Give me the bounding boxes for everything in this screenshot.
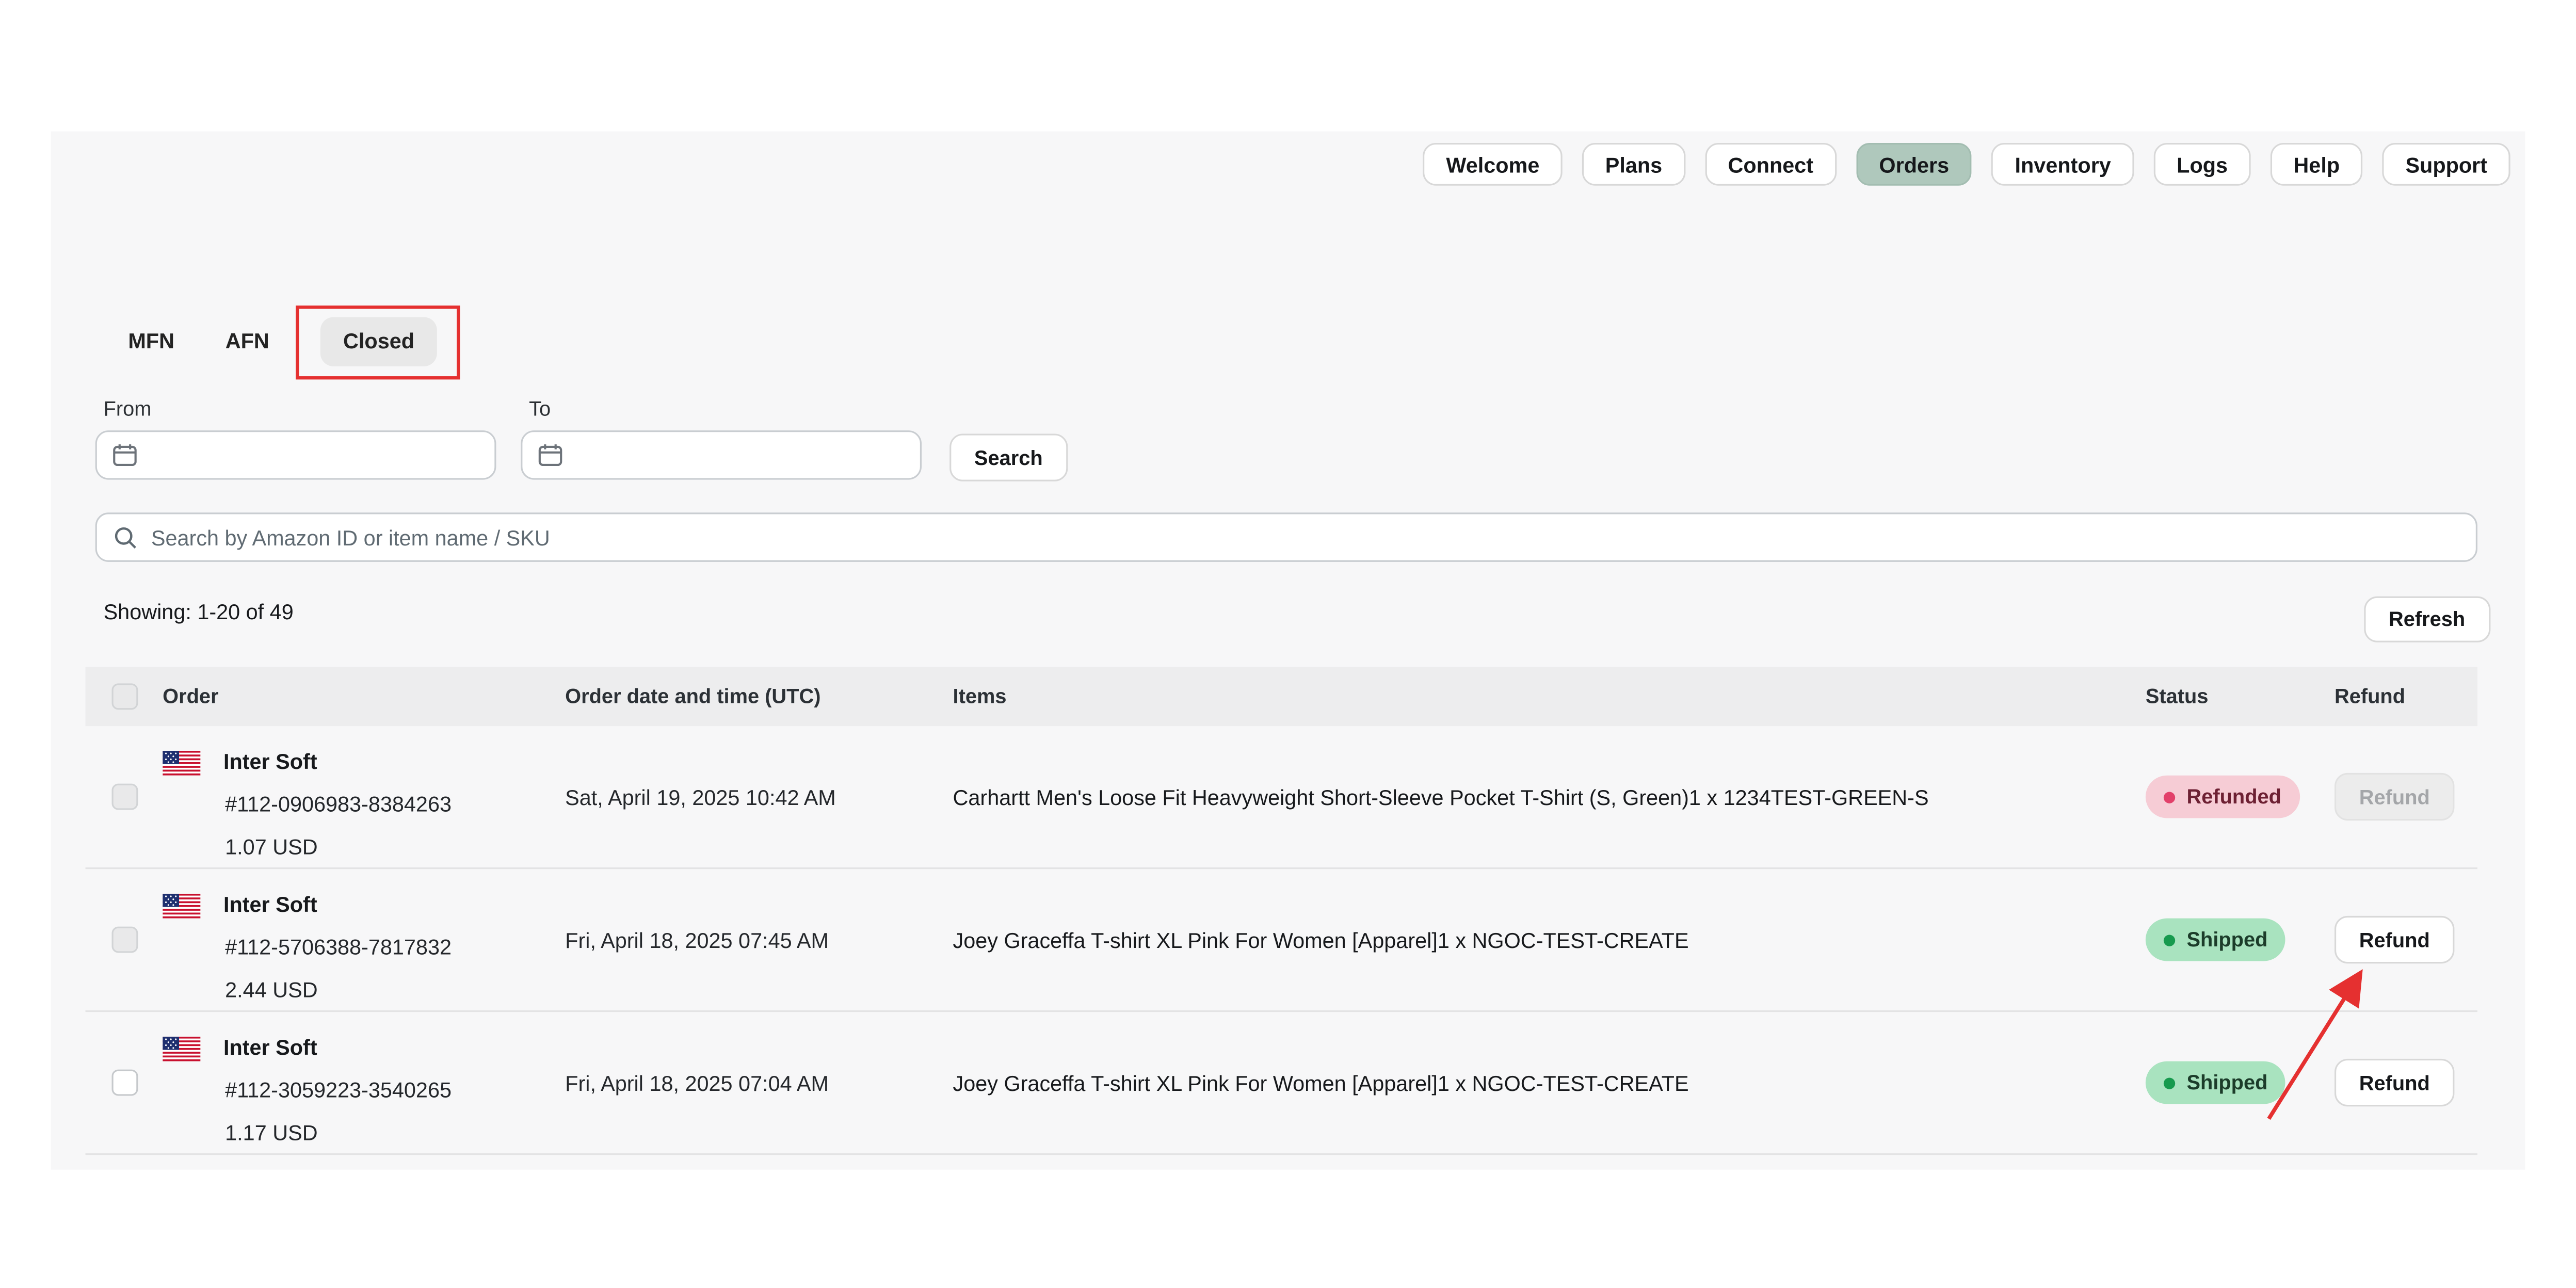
order-items: Joey Graceffa T-shirt XL Pink For Women …: [953, 869, 2130, 1010]
nav-item-logs[interactable]: Logs: [2154, 143, 2251, 186]
order-cell: Inter Soft #112-0906983-8384263 1.07 USD: [163, 741, 452, 869]
col-date: Order date and time (UTC): [565, 685, 820, 709]
us-flag-icon: [163, 1036, 200, 1060]
col-refund: Refund: [2335, 685, 2405, 709]
order-id: #112-0906983-8384263: [225, 784, 452, 827]
order-amount: 1.17 USD: [225, 1112, 452, 1155]
status-badge: Refunded: [2146, 776, 2299, 818]
showing-count: Showing: 1-20 of 49: [104, 600, 294, 624]
tab-mfn[interactable]: MFN: [128, 329, 174, 353]
row-checkbox[interactable]: [111, 1070, 138, 1096]
order-date: Fri, April 18, 2025 07:04 AM: [565, 1012, 829, 1153]
order-id: #112-5706388-7817832: [225, 927, 452, 970]
search-button[interactable]: Search: [949, 433, 1067, 481]
status-label: Shipped: [2186, 1071, 2267, 1094]
status-label: Shipped: [2186, 928, 2267, 952]
us-flag-icon: [163, 893, 200, 917]
refund-button[interactable]: Refund: [2335, 773, 2455, 820]
table-header: Order Order date and time (UTC) Items St…: [86, 667, 2477, 727]
order-search-box: [95, 512, 2477, 562]
order-tabs: MFN AFN Closed: [128, 315, 437, 366]
tab-closed[interactable]: Closed: [320, 316, 437, 366]
status-dot-icon: [2164, 1077, 2175, 1088]
from-date-field[interactable]: [151, 443, 480, 468]
order-date: Sat, April 19, 2025 10:42 AM: [565, 726, 836, 867]
tab-closed-wrap: Closed: [320, 316, 437, 366]
store-name: Inter Soft: [223, 884, 317, 927]
col-order: Order: [163, 685, 218, 709]
search-icon: [114, 525, 138, 550]
col-status: Status: [2146, 685, 2209, 709]
row-checkbox[interactable]: [111, 927, 138, 953]
order-cell: Inter Soft #112-3059223-3540265 1.17 USD: [163, 1027, 452, 1155]
refund-button[interactable]: Refund: [2335, 916, 2455, 963]
to-label: To: [529, 397, 551, 421]
order-cell: Inter Soft #112-5706388-7817832 2.44 USD: [163, 884, 452, 1012]
refresh-button[interactable]: Refresh: [2364, 597, 2490, 642]
nav-item-inventory[interactable]: Inventory: [1992, 143, 2134, 186]
order-amount: 1.07 USD: [225, 826, 452, 869]
calendar-icon: [537, 442, 564, 468]
status-badge: Shipped: [2146, 1061, 2286, 1104]
table-row: Inter Soft #112-0906983-8384263 1.07 USD…: [86, 726, 2477, 869]
store-name: Inter Soft: [223, 741, 317, 784]
refund-button[interactable]: Refund: [2335, 1059, 2455, 1106]
nav-item-help[interactable]: Help: [2271, 143, 2363, 186]
status-dot-icon: [2164, 791, 2175, 802]
col-items: Items: [953, 685, 1007, 709]
nav-item-support[interactable]: Support: [2382, 143, 2510, 186]
order-search-input[interactable]: [151, 525, 2459, 550]
order-amount: 2.44 USD: [225, 969, 452, 1012]
status-label: Refunded: [2186, 785, 2281, 809]
nav-item-orders[interactable]: Orders: [1856, 143, 1972, 186]
order-items: Joey Graceffa T-shirt XL Pink For Women …: [953, 1012, 2130, 1153]
to-date-input[interactable]: [521, 430, 922, 480]
order-id: #112-3059223-3540265: [225, 1070, 452, 1113]
nav-item-plans[interactable]: Plans: [1582, 143, 1685, 186]
scale-wrapper: Welcome Plans Connect Orders Inventory L…: [0, 0, 2576, 1288]
table-row: Inter Soft #112-3059223-3540265 1.17 USD…: [86, 1012, 2477, 1155]
page: Welcome Plans Connect Orders Inventory L…: [0, 0, 2576, 1288]
row-checkbox[interactable]: [111, 784, 138, 810]
order-date: Fri, April 18, 2025 07:45 AM: [565, 869, 829, 1010]
nav-item-connect[interactable]: Connect: [1705, 143, 1837, 186]
from-label: From: [104, 397, 152, 421]
calendar-icon: [111, 442, 138, 468]
order-items: Carhartt Men's Loose Fit Heavyweight Sho…: [953, 726, 2130, 867]
top-nav: Welcome Plans Connect Orders Inventory L…: [1423, 143, 2510, 186]
to-date-field[interactable]: [576, 443, 905, 468]
select-all-checkbox[interactable]: [111, 683, 138, 710]
nav-item-welcome[interactable]: Welcome: [1423, 143, 1563, 186]
status-badge: Shipped: [2146, 919, 2286, 961]
tab-afn[interactable]: AFN: [226, 329, 269, 353]
table-row: Inter Soft #112-5706388-7817832 2.44 USD…: [86, 869, 2477, 1012]
store-name: Inter Soft: [223, 1027, 317, 1070]
us-flag-icon: [163, 750, 200, 775]
from-date-input[interactable]: [95, 430, 496, 480]
status-dot-icon: [2164, 934, 2175, 945]
